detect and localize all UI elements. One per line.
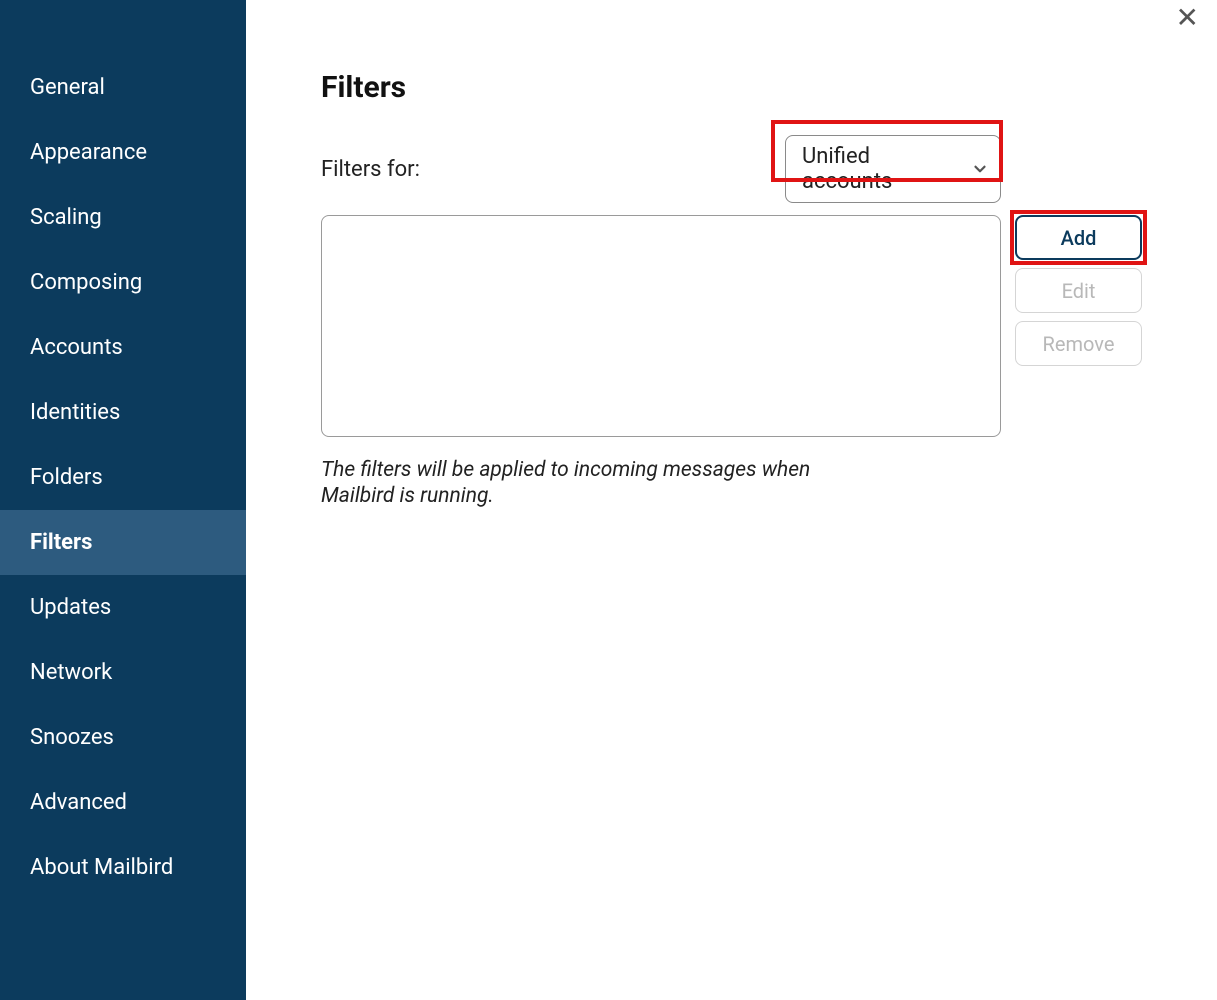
filters-for-row: Filters for: Unified accounts <box>321 135 1001 203</box>
remove-button: Remove <box>1015 321 1142 366</box>
filter-buttons-column: Add Edit Remove <box>1015 215 1142 366</box>
account-dropdown[interactable]: Unified accounts <box>785 135 1001 203</box>
sidebar-item-scaling[interactable]: Scaling <box>0 185 246 250</box>
page-title: Filters <box>321 70 1147 105</box>
sidebar-item-folders[interactable]: Folders <box>0 445 246 510</box>
filters-listbox[interactable] <box>321 215 1001 437</box>
dropdown-container: Unified accounts <box>785 135 1001 203</box>
content-pane: Filters Filters for: Unified accounts Ad… <box>246 0 1217 1000</box>
add-button[interactable]: Add <box>1015 215 1142 260</box>
sidebar-item-general[interactable]: General <box>0 55 246 120</box>
filters-main-area: Add Edit Remove <box>321 215 1147 437</box>
sidebar-item-network[interactable]: Network <box>0 640 246 705</box>
sidebar-item-snoozes[interactable]: Snoozes <box>0 705 246 770</box>
sidebar-item-appearance[interactable]: Appearance <box>0 120 246 185</box>
sidebar-item-advanced[interactable]: Advanced <box>0 770 246 835</box>
sidebar-item-accounts[interactable]: Accounts <box>0 315 246 380</box>
chevron-down-icon <box>971 160 989 178</box>
sidebar-item-filters[interactable]: Filters <box>0 510 246 575</box>
settings-sidebar: General Appearance Scaling Composing Acc… <box>0 0 246 1000</box>
dropdown-value: Unified accounts <box>802 144 960 194</box>
edit-button: Edit <box>1015 268 1142 313</box>
sidebar-item-updates[interactable]: Updates <box>0 575 246 640</box>
sidebar-item-about[interactable]: About Mailbird <box>0 835 246 900</box>
close-button[interactable]: ✕ <box>1176 4 1199 32</box>
sidebar-item-composing[interactable]: Composing <box>0 250 246 315</box>
filters-hint-text: The filters will be applied to incoming … <box>321 457 861 510</box>
sidebar-item-identities[interactable]: Identities <box>0 380 246 445</box>
filters-for-label: Filters for: <box>321 157 420 182</box>
